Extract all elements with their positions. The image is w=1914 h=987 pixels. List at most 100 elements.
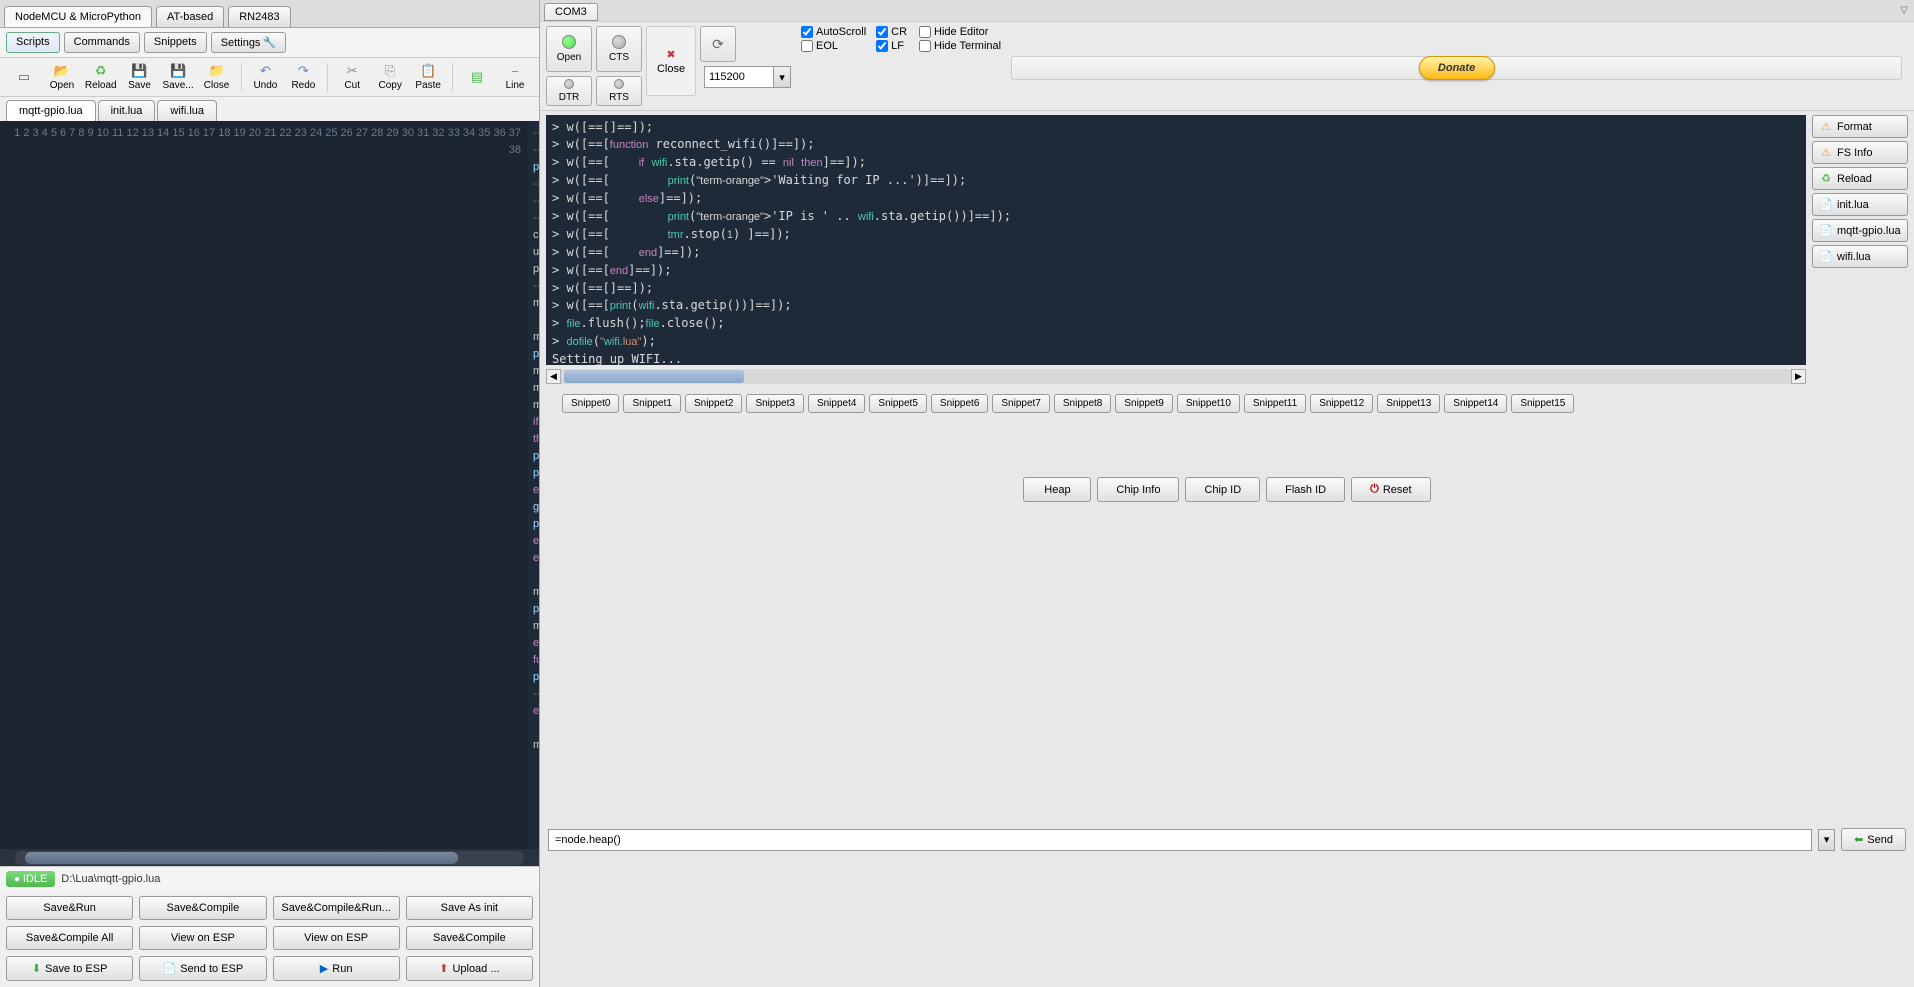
cts-led-icon <box>612 35 626 49</box>
espfile-mqtt[interactable]: 📄mqtt-gpio.lua <box>1812 219 1908 242</box>
serial-refresh[interactable]: ⟳ <box>700 26 736 62</box>
editor-scrollbar[interactable] <box>0 849 539 866</box>
line-icon: ⎯ <box>507 63 523 79</box>
snippet-15[interactable]: Snippet15 <box>1511 394 1574 413</box>
btn-view-esp-2[interactable]: View on ESP <box>273 926 400 950</box>
wrench-icon: 🔧 <box>262 37 276 49</box>
tb-paste[interactable]: 📋Paste <box>410 61 446 93</box>
subtab-snippets[interactable]: Snippets <box>144 32 207 53</box>
btn-chipid[interactable]: Chip ID <box>1185 477 1260 502</box>
btn-send-to-esp[interactable]: 📄Send to ESP <box>139 956 266 981</box>
donate-button[interactable]: Donate <box>1419 56 1495 80</box>
left-top-tabs: NodeMCU & MicroPython AT-based RN2483 <box>0 0 539 28</box>
tb-redo[interactable]: ↷Redo <box>285 61 321 93</box>
snippet-8[interactable]: Snippet8 <box>1054 394 1111 413</box>
snippet-4[interactable]: Snippet4 <box>808 394 865 413</box>
btn-flashid[interactable]: Flash ID <box>1266 477 1345 502</box>
tb-reload[interactable]: ♻Reload <box>82 61 120 93</box>
chk-lf[interactable]: LF <box>876 40 907 52</box>
subtab-commands[interactable]: Commands <box>64 32 140 53</box>
filetab-wifi[interactable]: wifi.lua <box>157 100 217 121</box>
snippet-0[interactable]: Snippet0 <box>562 394 619 413</box>
btn-save-compile[interactable]: Save&Compile <box>139 896 266 920</box>
status-bar: ● IDLE D:\Lua\mqtt-gpio.lua <box>0 866 539 890</box>
tb-cut[interactable]: ✂Cut <box>334 61 370 93</box>
tb-save[interactable]: 💾Save <box>122 61 158 93</box>
chk-eol[interactable]: EOL <box>801 40 866 52</box>
btn-format[interactable]: ⚠Format <box>1812 115 1908 138</box>
tb-saveas[interactable]: 💾Save... <box>160 61 197 93</box>
snippet-14[interactable]: Snippet14 <box>1444 394 1507 413</box>
snippet-12[interactable]: Snippet12 <box>1310 394 1373 413</box>
btn-save-to-esp[interactable]: ⬇Save to ESP <box>6 956 133 981</box>
espfile-wifi[interactable]: 📄wifi.lua <box>1812 245 1908 268</box>
serial-cts[interactable]: CTS <box>596 26 642 72</box>
snippet-3[interactable]: Snippet3 <box>746 394 803 413</box>
tb-open[interactable]: 📂Open <box>44 61 80 93</box>
snippet-9[interactable]: Snippet9 <box>1115 394 1172 413</box>
btn-chipinfo[interactable]: Chip Info <box>1097 477 1179 502</box>
com-tab[interactable]: COM3 <box>544 3 598 21</box>
btn-save-compile-2[interactable]: Save&Compile <box>406 926 533 950</box>
serial-rts[interactable]: RTS <box>596 76 642 106</box>
btn-view-esp-1[interactable]: View on ESP <box>139 926 266 950</box>
snippet-2[interactable]: Snippet2 <box>685 394 742 413</box>
filetab-mqtt[interactable]: mqtt-gpio.lua <box>6 100 96 121</box>
send-arrow-icon: ⬅ <box>1854 833 1863 846</box>
btn-save-as-init[interactable]: Save As init <box>406 896 533 920</box>
terminal-scrollbar[interactable]: ◀▶ <box>546 369 1806 384</box>
btn-reset[interactable]: ⏻Reset <box>1351 477 1430 502</box>
subtab-scripts[interactable]: Scripts <box>6 32 60 53</box>
tb-close[interactable]: 📁Close <box>199 61 235 93</box>
serial-dtr[interactable]: DTR <box>546 76 592 106</box>
filetab-init[interactable]: init.lua <box>98 100 156 121</box>
btn-save-compile-all[interactable]: Save&Compile All <box>6 926 133 950</box>
tb-line[interactable]: ⎯Line <box>497 61 533 93</box>
tab-rn2483[interactable]: RN2483 <box>228 6 290 27</box>
dtr-led-icon <box>564 79 574 89</box>
new-icon: ▭ <box>16 69 32 85</box>
snippet-6[interactable]: Snippet6 <box>931 394 988 413</box>
snippet-7[interactable]: Snippet7 <box>992 394 1049 413</box>
code-area[interactable]: ------------Connect mqtt subscribe topic… <box>527 121 539 849</box>
btn-upload[interactable]: ⬆Upload ... <box>406 956 533 981</box>
btn-fsinfo[interactable]: ⚠FS Info <box>1812 141 1908 164</box>
serial-close[interactable]: ✖ Close <box>646 26 696 96</box>
espfile-init[interactable]: 📄init.lua <box>1812 193 1908 216</box>
terminal[interactable]: > w([==[]==]); > w([==[function reconnec… <box>546 115 1806 365</box>
snippet-5[interactable]: Snippet5 <box>869 394 926 413</box>
rts-led-icon <box>614 79 624 89</box>
baudrate-input[interactable] <box>704 66 774 88</box>
code-editor[interactable]: 1 2 3 4 5 6 7 8 9 10 11 12 13 14 15 16 1… <box>0 121 539 849</box>
btn-run[interactable]: ▶Run <box>273 956 400 981</box>
chk-hide-editor[interactable]: Hide Editor <box>919 26 1001 38</box>
btn-reload-fs[interactable]: ♻Reload <box>1812 167 1908 190</box>
tb-new[interactable]: ▭ <box>6 61 42 93</box>
snippet-11[interactable]: Snippet11 <box>1244 394 1306 413</box>
paste-icon: 📋 <box>420 63 436 79</box>
snippet-10[interactable]: Snippet10 <box>1177 394 1240 413</box>
collapse-icon[interactable]: ▽ <box>1900 5 1908 16</box>
btn-save-run[interactable]: Save&Run <box>6 896 133 920</box>
chk-autoscroll[interactable]: AutoScroll <box>801 26 866 38</box>
send-button[interactable]: ⬅Send <box>1841 828 1906 851</box>
tb-undo[interactable]: ↶Undo <box>247 61 283 93</box>
snippet-1[interactable]: Snippet1 <box>623 394 680 413</box>
subtab-settings[interactable]: Settings🔧 <box>211 32 286 53</box>
file-icon: 📄 <box>1819 198 1833 211</box>
chk-hide-terminal[interactable]: Hide Terminal <box>919 40 1001 52</box>
tab-atbased[interactable]: AT-based <box>156 6 224 27</box>
tb-block[interactable]: ▤ <box>459 61 495 93</box>
serial-open[interactable]: Open <box>546 26 592 72</box>
reload-fs-icon: ♻ <box>1819 172 1833 185</box>
chk-cr[interactable]: CR <box>876 26 907 38</box>
baudrate-dropdown[interactable]: ▾ <box>774 66 791 88</box>
btn-heap[interactable]: Heap <box>1023 477 1091 502</box>
snippet-13[interactable]: Snippet13 <box>1377 394 1440 413</box>
send-history-dropdown[interactable]: ▾ <box>1818 829 1835 851</box>
tab-nodemcu[interactable]: NodeMCU & MicroPython <box>4 6 152 27</box>
btn-save-compile-run[interactable]: Save&Compile&Run... <box>273 896 400 920</box>
tb-copy[interactable]: ⎘Copy <box>372 61 408 93</box>
close-x-icon: ✖ <box>666 48 675 61</box>
send-input[interactable] <box>548 829 1812 851</box>
